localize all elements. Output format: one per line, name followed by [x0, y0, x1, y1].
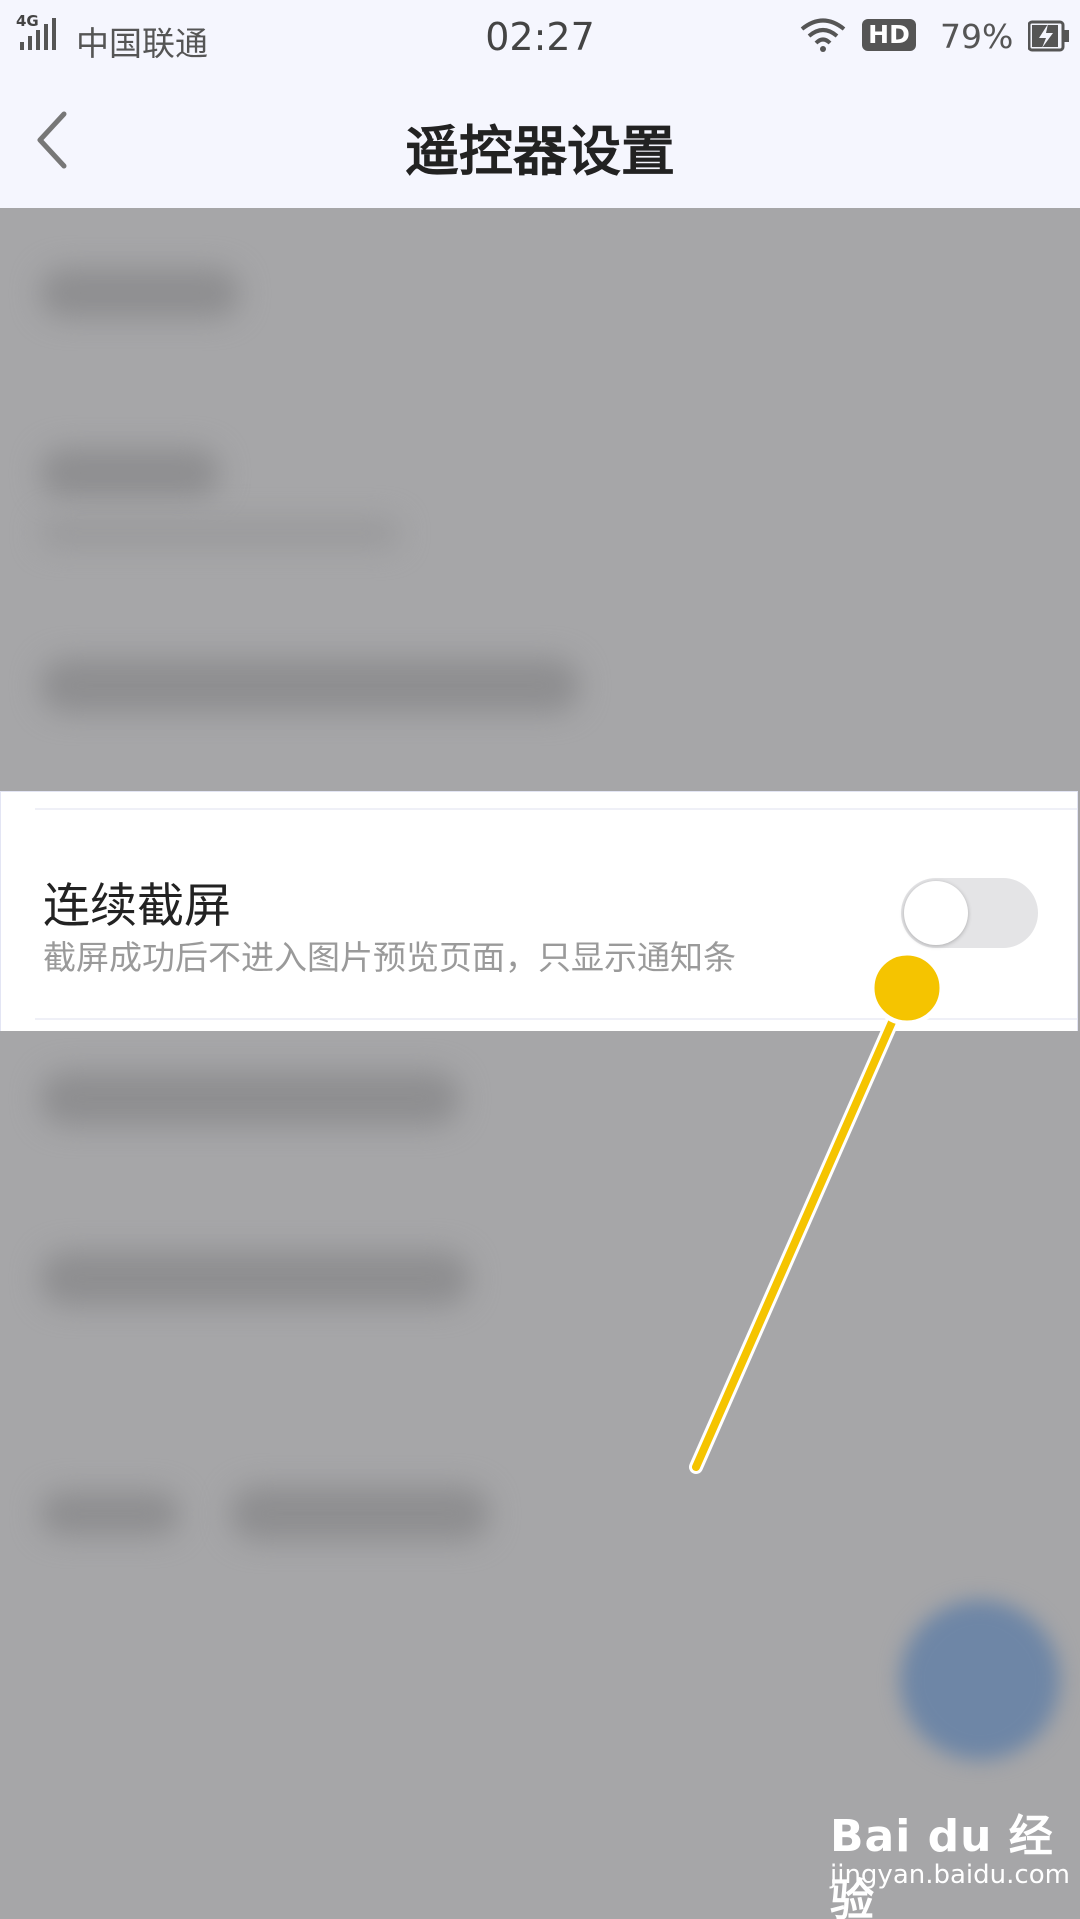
divider	[35, 1018, 1077, 1020]
title-bar: 遥控器设置	[0, 75, 1080, 208]
setting-item-continuous-screenshot[interactable]: 连续截屏 截屏成功后不进入图片预览页面，只显示通知条	[0, 791, 1078, 1033]
baidu-jingyan-watermark: Bai du 经验 jingyan.baidu.com	[830, 1800, 1070, 1919]
clock: 02:27	[485, 15, 595, 59]
hd-icon: HD	[862, 19, 916, 51]
continuous-screenshot-toggle[interactable]	[901, 878, 1038, 948]
screen: 4G 中国联通 02:27 HD 79% 遥控器设置 连续截屏 截屏成功后不进入…	[0, 0, 1080, 1919]
setting-description: 截屏成功后不进入图片预览页面，只显示通知条	[43, 938, 736, 977]
watermark-url: jingyan.baidu.com	[830, 1860, 1070, 1890]
battery-percent: 79%	[940, 17, 1014, 56]
dimmed-settings-lower	[0, 1031, 1080, 1919]
wifi-icon	[800, 18, 846, 52]
page-title: 遥控器设置	[405, 120, 675, 183]
setting-title: 连续截屏	[43, 879, 231, 934]
status-bar: 4G 中国联通 02:27 HD 79%	[0, 0, 1080, 75]
dimmed-settings-upper	[0, 208, 1080, 791]
toggle-knob	[904, 881, 968, 945]
battery-charging-icon	[1028, 20, 1069, 52]
divider	[35, 808, 1077, 810]
floating-action-button[interactable]	[900, 1600, 1060, 1760]
